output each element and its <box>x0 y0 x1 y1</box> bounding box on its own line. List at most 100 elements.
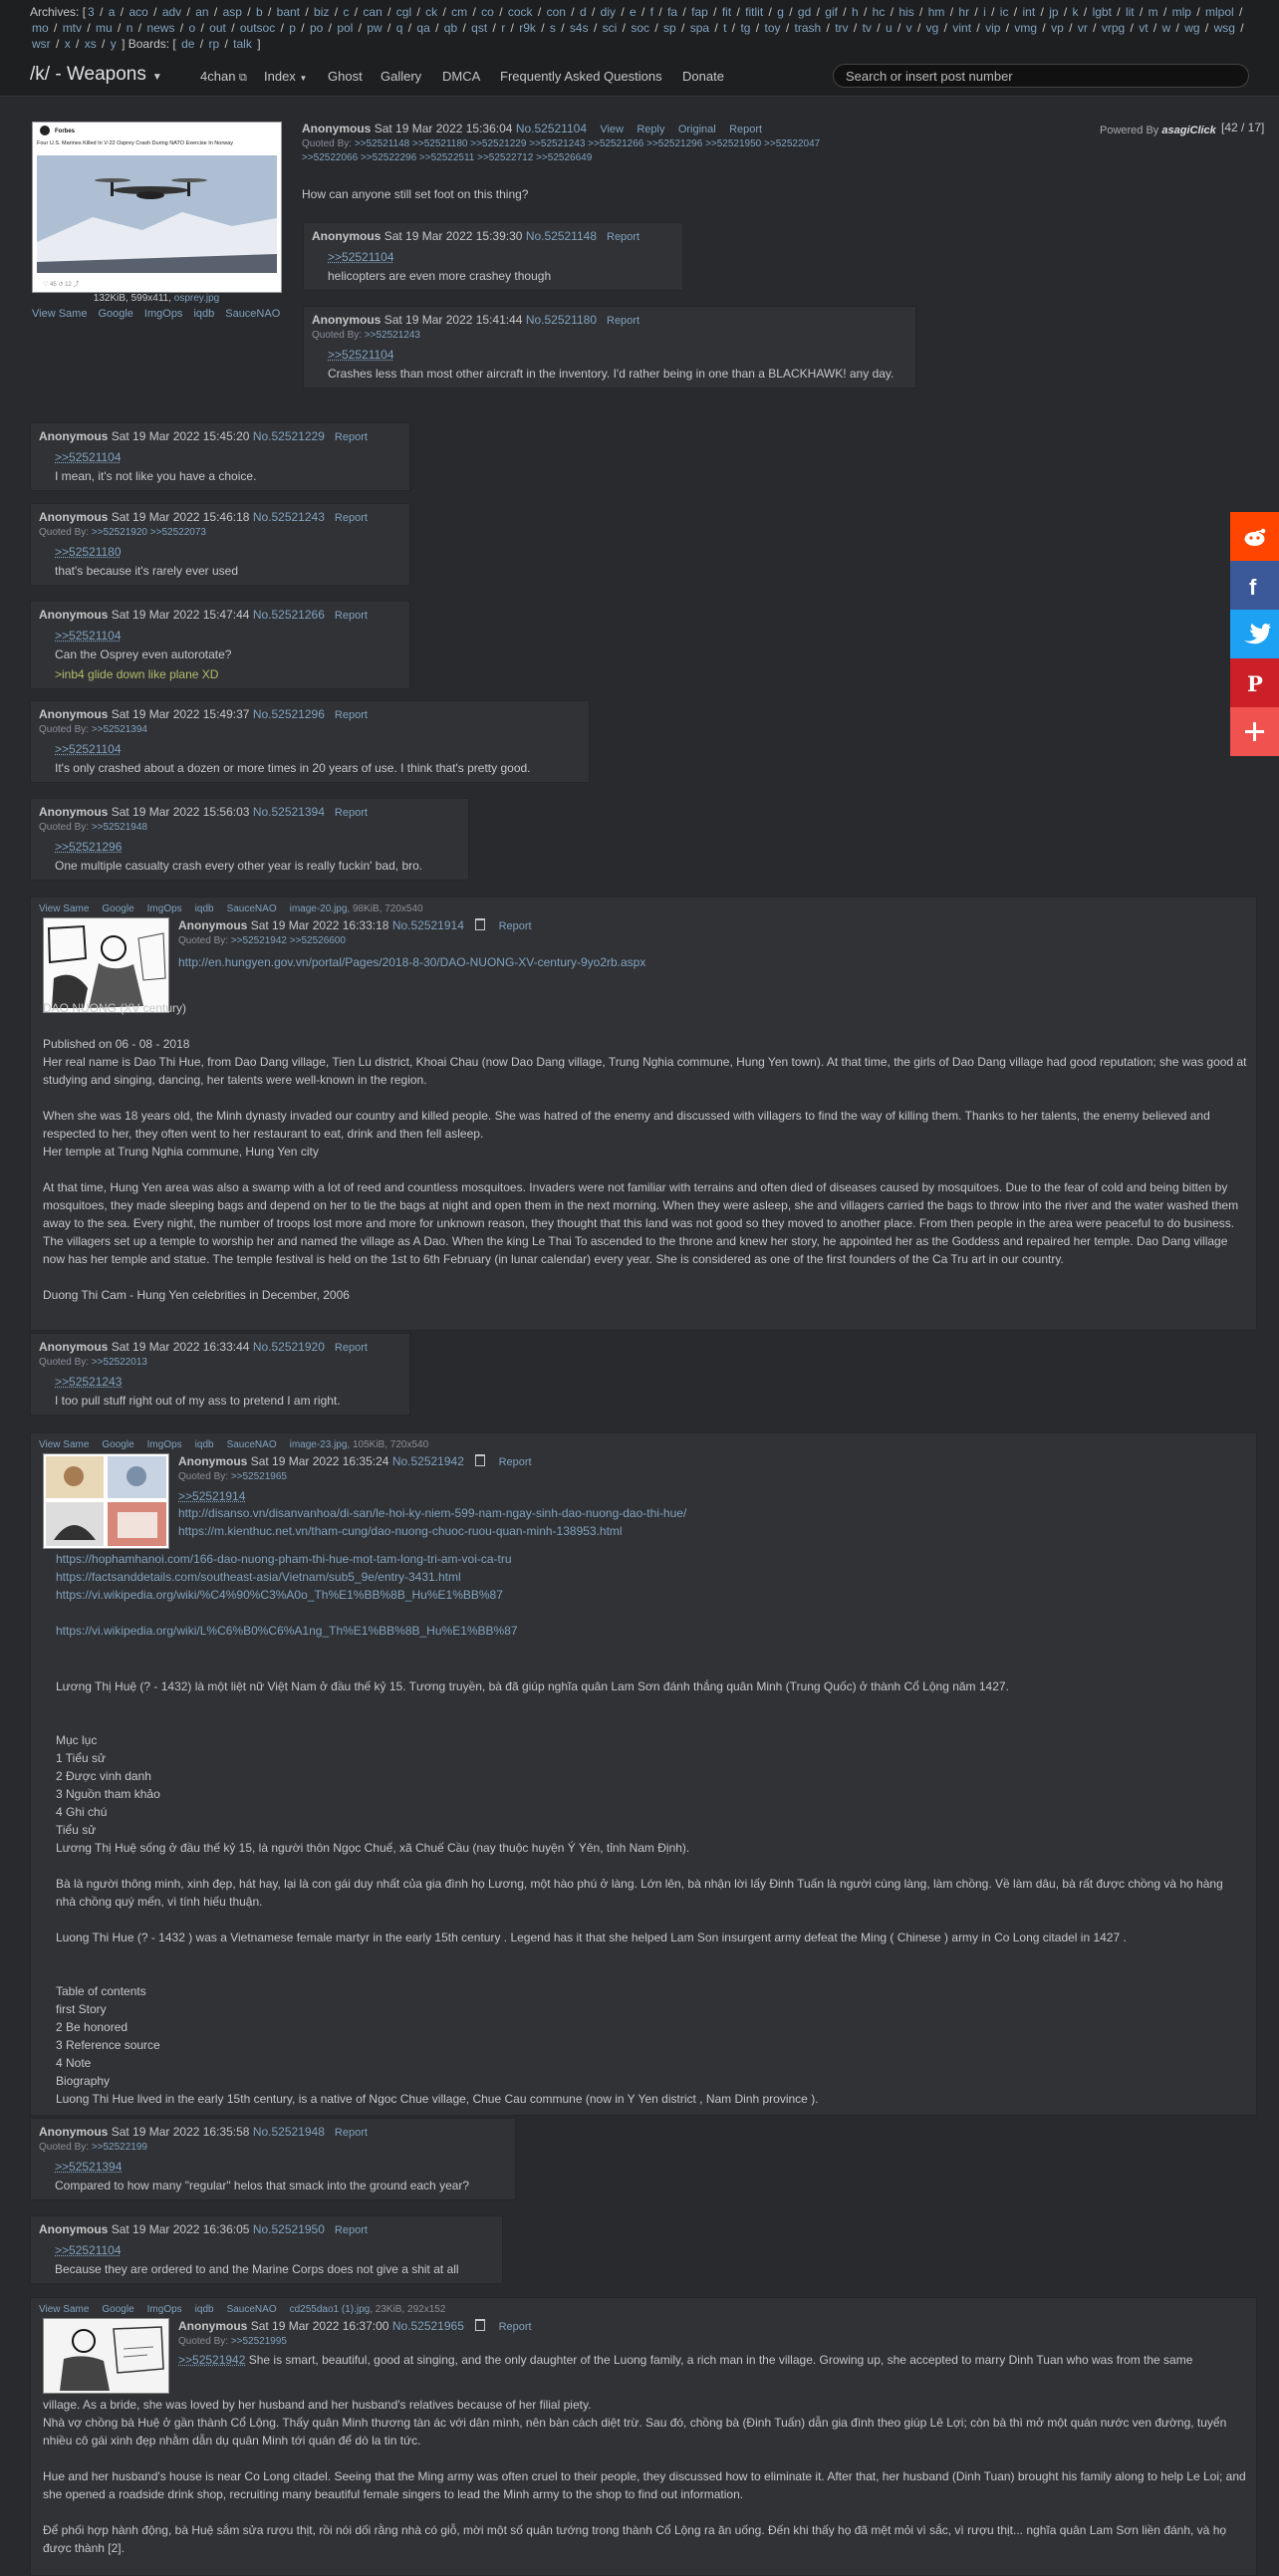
file-name-link[interactable]: image-23.jpg <box>290 1439 348 1450</box>
board-link-trv[interactable]: trv <box>835 21 848 35</box>
board-link-d[interactable]: d <box>580 5 587 19</box>
board-link-y[interactable]: y <box>111 37 117 51</box>
post-number[interactable]: No.52521950 <box>253 2222 325 2236</box>
image-search-view-same[interactable]: View Same <box>32 308 87 320</box>
board-link-hc[interactable]: hc <box>873 5 886 19</box>
post-link[interactable]: https://vi.wikipedia.org/wiki/%C4%90%C3%… <box>56 1586 1241 1604</box>
image-search-saucenao[interactable]: SauceNAO <box>227 2304 277 2315</box>
board-link-fit[interactable]: fit <box>722 5 731 19</box>
image-search-view-same[interactable]: View Same <box>39 903 89 914</box>
nav-index[interactable]: Index ▼ <box>264 69 307 84</box>
board-link-a[interactable]: a <box>109 5 116 19</box>
board-link-vmg[interactable]: vmg <box>1014 21 1037 35</box>
board-link-diy[interactable]: diy <box>601 5 616 19</box>
board-link-qa[interactable]: qa <box>416 21 429 35</box>
board-link-lit[interactable]: lit <box>1126 5 1135 19</box>
nav-faq[interactable]: Frequently Asked Questions <box>500 69 662 84</box>
nav-dmca[interactable]: DMCA <box>442 69 480 84</box>
quote-link[interactable]: >>52521243 <box>55 1374 122 1390</box>
board-link-wg[interactable]: wg <box>1184 21 1199 35</box>
board-link-trash[interactable]: trash <box>795 21 822 35</box>
board-link-f[interactable]: f <box>650 5 653 19</box>
board-link-m[interactable]: m <box>1149 5 1158 19</box>
backlink[interactable]: >>52521148 <box>355 138 409 149</box>
board-link-soc[interactable]: soc <box>631 21 649 35</box>
board-link-can[interactable]: can <box>363 5 382 19</box>
board-link-hr[interactable]: hr <box>958 5 969 19</box>
report-button[interactable]: Report <box>499 920 532 932</box>
backlink[interactable]: >>52522073 <box>150 527 206 538</box>
file-name-link[interactable]: image-20.jpg <box>290 903 348 914</box>
board-link-his[interactable]: his <box>898 5 913 19</box>
backlink[interactable]: >>52521243 <box>529 138 585 149</box>
board-link-s4s[interactable]: s4s <box>570 21 589 35</box>
board-link-fa[interactable]: fa <box>667 5 677 19</box>
board-link-vint[interactable]: vint <box>952 21 971 35</box>
quote-link[interactable]: >>52521942 <box>178 2353 245 2367</box>
delete-icon[interactable] <box>475 918 486 930</box>
image-search-imgops[interactable]: ImgOps <box>144 308 183 320</box>
board-link-out[interactable]: out <box>209 21 226 35</box>
board-link-t[interactable]: t <box>723 21 726 35</box>
search-input[interactable] <box>833 64 1249 88</box>
board-link-co[interactable]: co <box>481 5 494 19</box>
quote-link[interactable]: >>52521104 <box>328 249 394 265</box>
board-link-g[interactable]: g <box>777 5 784 19</box>
image-search-google[interactable]: Google <box>98 308 132 320</box>
board-link-int[interactable]: int <box>1022 5 1035 19</box>
board-link-mtv[interactable]: mtv <box>63 21 82 35</box>
quote-link[interactable]: >>52521296 <box>55 839 122 855</box>
board-link-u[interactable]: u <box>886 21 893 35</box>
board-link-gif[interactable]: gif <box>825 5 838 19</box>
report-button[interactable]: Report <box>499 2321 532 2333</box>
backlink[interactable]: >>52522296 <box>361 152 416 163</box>
report-button[interactable]: Report <box>607 315 640 327</box>
board-link-toy[interactable]: toy <box>764 21 780 35</box>
board-link-mu[interactable]: mu <box>96 21 113 35</box>
report-button[interactable]: Report <box>335 2127 368 2139</box>
board-link-k[interactable]: k <box>1073 5 1079 19</box>
board-link-spa[interactable]: spa <box>690 21 709 35</box>
report-button[interactable]: Report <box>499 1456 532 1468</box>
op-thumbnail[interactable]: Forbes Four U.S. Marines Killed In V-22 … <box>32 122 282 293</box>
report-button[interactable]: Report <box>335 610 368 622</box>
image-search-saucenao[interactable]: SauceNAO <box>227 903 277 914</box>
board-link-tg[interactable]: tg <box>740 21 750 35</box>
quote-link[interactable]: >>52521104 <box>55 2242 122 2258</box>
board-link-fitlit[interactable]: fitlit <box>745 5 763 19</box>
board-link-ic[interactable]: ic <box>1000 5 1009 19</box>
board-link-s[interactable]: s <box>550 21 556 35</box>
board-link-jp[interactable]: jp <box>1049 5 1058 19</box>
post-number[interactable]: No.52521148 <box>526 229 597 243</box>
image-search-imgops[interactable]: ImgOps <box>147 1439 182 1450</box>
board-link-p[interactable]: p <box>289 21 296 35</box>
post-link[interactable]: https://m.kienthuc.net.vn/tham-cung/dao-… <box>178 1522 1244 1540</box>
board-link-xs[interactable]: xs <box>85 37 97 51</box>
pinterest-share-button[interactable]: P <box>1230 658 1279 707</box>
post-link[interactable]: https://factsanddetails.com/southeast-as… <box>56 1568 1241 1586</box>
image-search-imgops[interactable]: ImgOps <box>147 2304 182 2315</box>
board-link-rp[interactable]: rp <box>208 37 219 51</box>
board-link-sp[interactable]: sp <box>663 21 676 35</box>
quote-link[interactable]: >>52521104 <box>328 347 394 363</box>
image-search-google[interactable]: Google <box>102 2304 133 2315</box>
image-search-view-same[interactable]: View Same <box>39 2304 89 2315</box>
backlink[interactable]: >>52522199 <box>92 2142 147 2153</box>
image-search-imgops[interactable]: ImgOps <box>147 903 182 914</box>
delete-icon[interactable] <box>475 2319 486 2331</box>
op-file-link[interactable]: osprey.jpg <box>174 293 219 304</box>
board-link-outsoc[interactable]: outsoc <box>240 21 275 35</box>
post-thumbnail[interactable] <box>43 2318 169 2394</box>
board-link-x[interactable]: x <box>65 37 71 51</box>
board-link-cm[interactable]: cm <box>451 5 467 19</box>
board-link-mlp[interactable]: mlp <box>1172 5 1191 19</box>
backlink[interactable]: >>52521942 <box>231 935 287 946</box>
board-link-r[interactable]: r <box>501 21 505 35</box>
board-link-wsr[interactable]: wsr <box>32 37 51 51</box>
post-link[interactable]: http://en.hungyen.gov.vn/portal/Pages/20… <box>178 953 1244 971</box>
quote-link[interactable]: >>52521104 <box>55 741 122 757</box>
backlink[interactable]: >>52521995 <box>231 2336 287 2347</box>
reply-button[interactable]: Reply <box>637 124 664 135</box>
report-button[interactable]: Report <box>335 1342 368 1354</box>
backlink[interactable]: >>52522047 <box>764 138 820 149</box>
